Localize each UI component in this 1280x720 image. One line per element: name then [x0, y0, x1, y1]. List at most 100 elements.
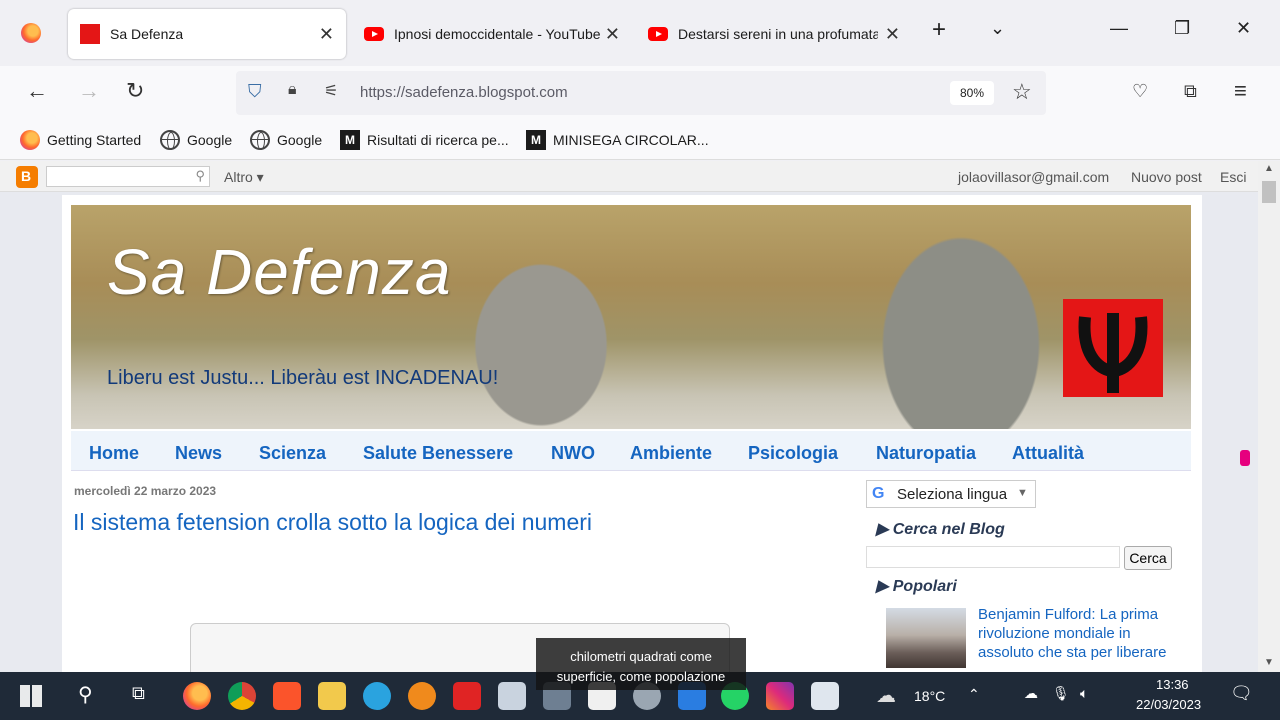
zoom-level[interactable]: 80% — [950, 81, 994, 105]
url-bar[interactable]: ⛉ 🔒︎ ⚟ https://sadefenza.blogspot.com 80… — [236, 71, 1046, 115]
blog-search-input[interactable] — [866, 546, 1120, 568]
exit-link[interactable]: Esci — [1220, 169, 1246, 185]
clock-date[interactable]: 22/03/2023 — [1136, 697, 1201, 712]
clock-time[interactable]: 13:36 — [1156, 677, 1189, 692]
mouse-cursor-icon — [1240, 450, 1250, 466]
forward-icon[interactable]: → — [78, 78, 100, 104]
new-tab-icon[interactable]: + — [932, 16, 946, 44]
shield-icon[interactable]: ⛉ — [248, 81, 262, 102]
menu-ambiente[interactable]: Ambiente — [630, 443, 712, 464]
task-view-icon[interactable]: ⧉ — [132, 683, 145, 704]
blogger-logo-icon[interactable] — [16, 166, 38, 188]
popular-post-thumbnail[interactable] — [886, 608, 966, 668]
app-icon[interactable] — [811, 682, 839, 710]
page-scrollbar[interactable]: ▲ ▼ — [1258, 161, 1280, 672]
bookmark-star-icon[interactable]: ☆ — [1012, 79, 1032, 105]
tray-chevron-icon[interactable]: ⌃ — [968, 686, 980, 703]
m-logo-icon: M — [340, 130, 360, 150]
close-tab-icon[interactable]: ✕ — [319, 24, 334, 45]
tab-label: Destarsi sereni in una profumata — [678, 26, 878, 42]
menu-attualita[interactable]: Attualità — [1012, 443, 1084, 464]
bookmark-label: Google — [277, 132, 323, 148]
blog-content: Sa Defenza Liberu est Justu... Liberàu e… — [62, 195, 1202, 672]
altro-menu[interactable]: Altro ▾ — [224, 169, 264, 186]
notifications-icon[interactable]: 🗨︎ — [1230, 683, 1253, 704]
firefox-taskbar-icon[interactable] — [183, 682, 211, 710]
menu-icon[interactable]: ≡ — [1234, 78, 1247, 104]
onedrive-icon[interactable]: ☁ — [1024, 685, 1038, 702]
dropdown-arrow-icon: ▼ — [1017, 487, 1028, 499]
tab-list-chevron-icon[interactable]: ⌄ — [990, 18, 1005, 39]
popular-post-link[interactable]: Benjamin Fulford: La prima rivoluzione m… — [978, 605, 1188, 662]
restore-icon[interactable]: ❐ — [1174, 18, 1190, 39]
bookmark-google-1[interactable]: Google — [160, 130, 232, 150]
tab-youtube-1[interactable]: Ipnosi democcidentale - YouTube ✕ — [352, 9, 632, 59]
reload-icon[interactable]: ↻ — [126, 78, 144, 104]
search-button[interactable]: Cerca — [1124, 546, 1172, 570]
sidebar: G Seleziona lingua ▼ ▶ Cerca nel Blog Ce… — [866, 480, 1186, 672]
menu-salute[interactable]: Salute Benessere — [363, 443, 513, 464]
weather-cloud-icon[interactable]: ☁ — [876, 683, 896, 708]
acrobat-icon[interactable] — [453, 682, 481, 710]
menu-naturopatia[interactable]: Naturopatia — [876, 443, 976, 464]
search-heading: ▶ Cerca nel Blog — [876, 521, 1005, 538]
bookmark-label: Getting Started — [47, 132, 142, 148]
temperature[interactable]: 18°C — [914, 688, 945, 704]
start-icon[interactable] — [20, 685, 42, 707]
new-post-link[interactable]: Nuovo post — [1131, 169, 1202, 185]
bookmark-minisega[interactable]: M MINISEGA CIRCOLAR... — [526, 130, 709, 150]
bookmark-label: Google — [187, 132, 233, 148]
volume-icon[interactable]: 🔈︎ — [1080, 685, 1088, 702]
bookmark-label: Risultati di ricerca pe... — [367, 132, 509, 148]
chrome-icon[interactable] — [228, 682, 256, 710]
user-email: jolaovillasor@gmail.com — [958, 169, 1110, 185]
file-explorer-icon[interactable] — [318, 682, 346, 710]
microphone-icon[interactable]: 🎙︎ — [1052, 685, 1070, 702]
menu-scienza[interactable]: Scienza — [259, 443, 326, 464]
firefox-menu-icon[interactable] — [21, 23, 41, 43]
instagram-icon[interactable] — [766, 682, 794, 710]
scroll-thumb[interactable] — [1262, 181, 1276, 203]
trident-logo-icon — [1063, 299, 1163, 397]
bookmark-risultati[interactable]: M Risultati di ricerca pe... — [340, 130, 509, 150]
blogger-search-input[interactable]: ⚲ — [46, 166, 210, 187]
menu-news[interactable]: News — [175, 443, 222, 464]
scroll-up-icon[interactable]: ▲ — [1264, 163, 1274, 174]
tab-strip: Sa Defenza ✕ Ipnosi democcidentale - You… — [0, 0, 1280, 66]
scroll-down-icon[interactable]: ▼ — [1264, 657, 1274, 668]
close-window-icon[interactable]: ✕ — [1236, 18, 1251, 39]
m-logo-icon: M — [526, 130, 546, 150]
menu-nwo[interactable]: NWO — [551, 443, 595, 464]
back-icon[interactable]: ← — [26, 78, 48, 104]
tab-youtube-2[interactable]: Destarsi sereni in una profumata ✕ — [636, 9, 912, 59]
telegram-icon[interactable] — [363, 682, 391, 710]
tab-label: Sa Defenza — [110, 26, 184, 42]
permissions-icon[interactable]: ⚟ — [324, 81, 338, 101]
close-tab-icon[interactable]: ✕ — [885, 24, 900, 45]
tab-sa-defenza[interactable]: Sa Defenza ✕ — [68, 9, 346, 59]
red-logo-icon — [80, 24, 100, 44]
search-icon[interactable]: ⚲ — [78, 682, 93, 707]
bookmarks-bar: Getting Started Google Google M Risultat… — [0, 120, 1280, 160]
minimize-icon[interactable]: — — [1110, 18, 1128, 39]
bookmark-getting-started[interactable]: Getting Started — [20, 130, 141, 150]
post-date: mercoledì 22 marzo 2023 — [74, 484, 217, 498]
menu-home[interactable]: Home — [89, 443, 139, 464]
language-select[interactable]: G Seleziona lingua ▼ — [866, 480, 1036, 508]
post-title[interactable]: Il sistema fetension crolla sotto la log… — [73, 509, 592, 536]
app-icon[interactable] — [498, 682, 526, 710]
bookmark-label: MINISEGA CIRCOLAR... — [553, 132, 709, 148]
blog-title[interactable]: Sa Defenza — [107, 235, 451, 309]
extensions-icon[interactable]: ⧉ — [1184, 81, 1197, 102]
caption-line-2: superficie, come popolazione — [556, 669, 726, 684]
url-text[interactable]: https://sadefenza.blogspot.com — [360, 84, 568, 101]
globe-icon — [250, 130, 270, 150]
menu-psicologia[interactable]: Psicologia — [748, 443, 838, 464]
brave-icon[interactable] — [273, 682, 301, 710]
bookmark-google-2[interactable]: Google — [250, 130, 322, 150]
search-icon[interactable]: ⚲ — [195, 168, 205, 184]
pocket-icon[interactable]: ♡ — [1132, 81, 1148, 102]
app-icon[interactable] — [408, 682, 436, 710]
lock-icon[interactable]: 🔒︎ — [288, 81, 297, 99]
close-tab-icon[interactable]: ✕ — [605, 24, 620, 45]
